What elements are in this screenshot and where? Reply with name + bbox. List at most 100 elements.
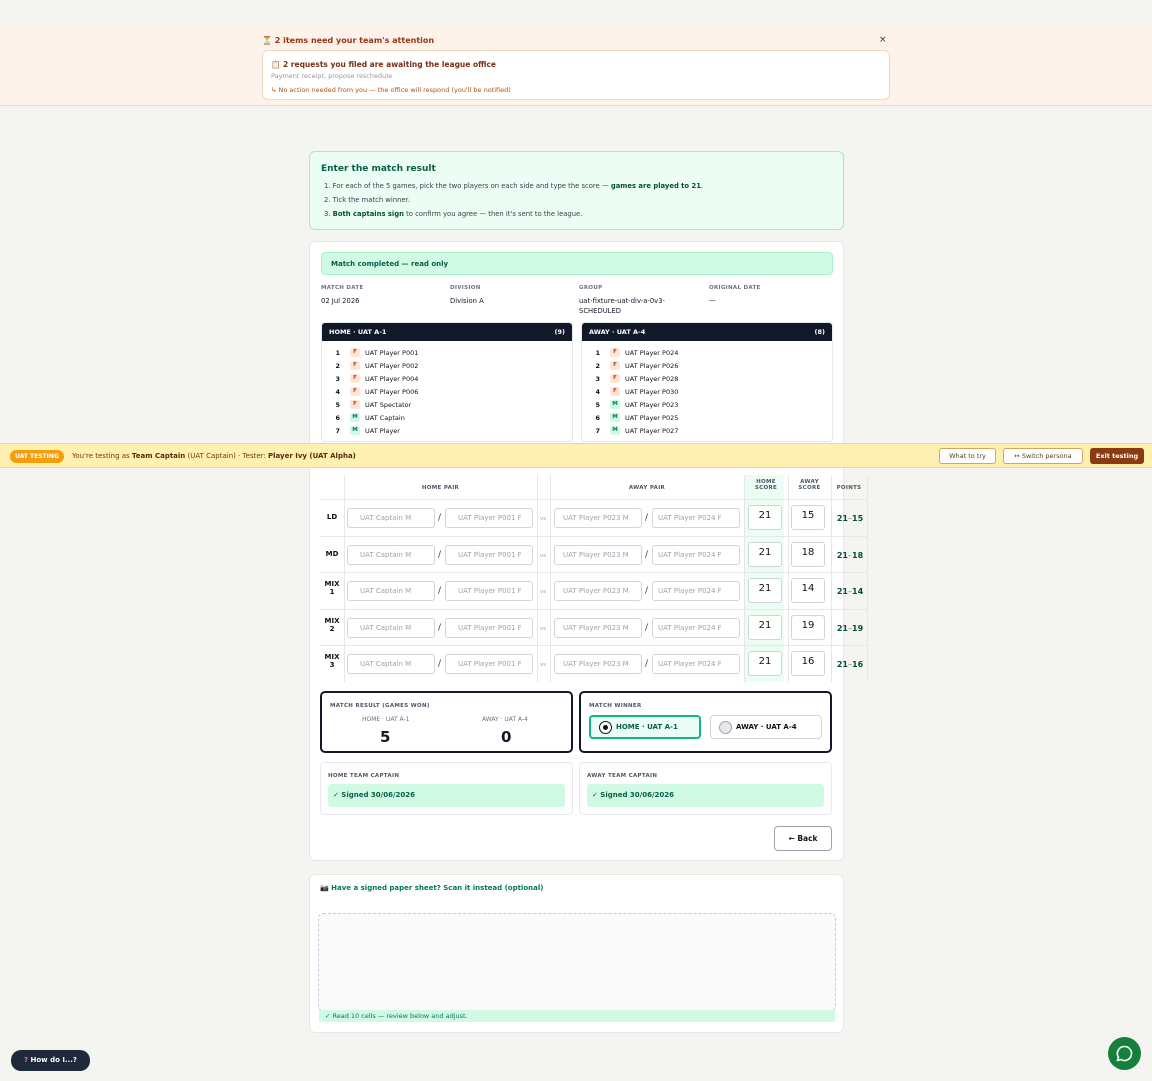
home-captain-label: HOME TEAM CAPTAIN (328, 773, 400, 779)
points-value: 21–16 (836, 660, 864, 670)
away-player-2-select[interactable]: UAT Player P024 F (652, 508, 740, 528)
away-player-1-select[interactable]: UAT Player P023 M (554, 508, 642, 528)
home-player-2-select[interactable]: UAT Player P001 F (445, 508, 533, 528)
gender-badge: F (350, 348, 360, 357)
home-player-1-select[interactable]: UAT Captain M (347, 544, 435, 565)
home-score-input[interactable]: 21 (748, 578, 782, 604)
away-player-1-select[interactable]: UAT Player P023 M (554, 544, 642, 565)
match-result-box: MATCH RESULT (GAMES WON) HOME · UAT A-1 … (320, 691, 573, 753)
exit-testing-button[interactable]: Exit testing (1090, 448, 1144, 464)
instruction-step-3: 3. Both captains sign to confirm you agr… (324, 210, 583, 218)
table-row: MD UAT Captain M / UAT Player P001 Fvs UAT P… (320, 535, 868, 572)
home-score-input[interactable]: 21 (748, 505, 782, 530)
pair-separator: / (645, 659, 649, 670)
player-name: UAT Player P006 (365, 387, 419, 396)
roster-row: 6 M UAT Captain (322, 411, 405, 424)
home-player-1-select[interactable]: UAT Captain M (347, 617, 435, 638)
home-score-header: HOME SCORE (754, 479, 778, 491)
home-score-input[interactable]: 21 (748, 541, 782, 567)
instructions-list: 1. For each of the 5 games, pick the two… (324, 182, 703, 224)
pair-separator: / (438, 549, 442, 560)
chat-button[interactable] (1108, 1037, 1141, 1070)
back-button[interactable]: ← Back (774, 826, 832, 851)
pair-separator: / (438, 622, 442, 633)
player-number: 2 (595, 361, 600, 370)
player-number: 5 (595, 400, 600, 409)
points-value: 21–15 (836, 514, 864, 523)
what-to-try-button[interactable]: What to try (939, 448, 996, 464)
vs-label: vs (540, 662, 547, 669)
home-team-name: HOME · UAT A-1 (362, 716, 410, 723)
switch-persona-button[interactable]: ↔ Switch persona (1003, 448, 1083, 464)
away-player-2-select[interactable]: UAT Player P024 F (652, 617, 740, 638)
away-score-input[interactable]: 16 (791, 651, 825, 677)
player-name: UAT Player P002 (365, 361, 419, 370)
player-number: 7 (335, 426, 340, 435)
away-player-1-select[interactable]: UAT Player P023 M (554, 617, 642, 638)
gender-badge: F (610, 348, 620, 357)
uat-testing-bar: UAT TESTING You're testing as Team Capta… (0, 443, 1152, 468)
match-result-label: MATCH RESULT (GAMES WON) (330, 703, 430, 709)
away-captain-label: AWAY TEAM CAPTAIN (587, 773, 658, 779)
group-value: uat-fixture-uat-div-a-0v3- SCHEDULED (579, 297, 665, 315)
games-table: HOME PAIR AWAY PAIR HOME SCORE AWAY SCORE … (320, 475, 868, 682)
division-label: DIVISION (450, 285, 481, 291)
table-row: MIX 3 UAT Captain M / UAT Player P001 Fvs UAT… (320, 645, 868, 681)
attention-heading: ⏳ 2 items need your team's attention (262, 36, 435, 45)
player-name: UAT Player P026 (625, 361, 679, 370)
away-roster-header: AWAY · UAT A-4 (8) (582, 323, 832, 341)
scan-title[interactable]: 📷 Have a signed paper sheet? Scan it ins… (320, 884, 543, 892)
away-player-1-select[interactable]: UAT Player P023 M (554, 654, 642, 675)
away-score-input[interactable]: 15 (791, 505, 825, 530)
home-player-2-select[interactable]: UAT Player P001 F (445, 617, 533, 638)
scan-panel: 📷 Have a signed paper sheet? Scan it ins… (309, 874, 844, 1033)
player-name: UAT Player P030 (625, 387, 679, 396)
home-player-2-select[interactable]: UAT Player P001 F (445, 544, 533, 565)
player-name: UAT Spectator (365, 400, 412, 409)
player-name: UAT Player P001 (365, 348, 419, 357)
vs-label: vs (540, 516, 547, 522)
away-score-input[interactable]: 18 (791, 541, 825, 567)
home-roster: HOME · UAT A-1 (9) 1 F UAT Player P001 2 F UAT… (321, 322, 573, 442)
instruction-step-1: 1. For each of the 5 games, pick the two… (324, 182, 704, 190)
pair-separator: / (438, 659, 442, 670)
home-signed-value: ✓ Signed 30/06/2026 (328, 784, 565, 807)
help-button[interactable]: ? How do I...? (11, 1050, 90, 1071)
instruction-step-2: 2. Tick the match winner. (324, 196, 410, 204)
roster-row: 3 F UAT Player P028 (582, 372, 678, 385)
player-name: UAT Player P027 (625, 426, 679, 435)
away-team-name: AWAY · UAT A-4 (482, 716, 528, 723)
away-player-1-select[interactable]: UAT Player P023 M (554, 581, 642, 602)
scan-dropzone[interactable] (318, 913, 836, 1011)
away-player-2-select[interactable]: UAT Player P024 F (652, 581, 740, 602)
home-player-2-select[interactable]: UAT Player P001 F (445, 581, 533, 602)
away-score-input[interactable]: 19 (791, 614, 825, 640)
home-score-input[interactable]: 21 (748, 614, 782, 640)
player-name: UAT Player P024 (625, 348, 679, 357)
home-player-1-select[interactable]: UAT Captain M (347, 581, 435, 602)
player-number: 7 (595, 426, 600, 435)
winner-away-option[interactable]: AWAY · UAT A-4 (710, 715, 822, 739)
player-number: 3 (335, 374, 340, 383)
status-badge: Match completed — read only (321, 252, 833, 275)
close-icon[interactable]: × (879, 35, 887, 45)
away-player-2-select[interactable]: UAT Player P024 F (652, 544, 740, 565)
game-label: MIX 1 (324, 580, 340, 597)
away-player-2-select[interactable]: UAT Player P024 F (652, 654, 740, 675)
player-number: 6 (595, 413, 600, 422)
player-name: UAT Captain (365, 413, 405, 422)
gender-badge: F (610, 374, 620, 383)
winner-home-option[interactable]: HOME · UAT A-1 (589, 715, 701, 739)
away-score-input[interactable]: 14 (791, 578, 825, 604)
radio-empty-icon (719, 721, 732, 734)
game-label: LD (326, 513, 338, 521)
home-score-input[interactable]: 21 (748, 651, 782, 677)
home-player-2-select[interactable]: UAT Player P001 F (445, 654, 533, 675)
home-player-1-select[interactable]: UAT Captain M (347, 508, 435, 528)
home-player-1-select[interactable]: UAT Captain M (347, 654, 435, 675)
attention-card[interactable]: 📋 2 requests you filed are awaiting the … (262, 50, 890, 100)
away-signed-value: ✓ Signed 30/06/2026 (587, 784, 824, 807)
radio-selected-icon (599, 721, 612, 734)
home-games-won: 5 (380, 728, 391, 746)
roster-row: 1 F UAT Player P001 (322, 346, 418, 359)
